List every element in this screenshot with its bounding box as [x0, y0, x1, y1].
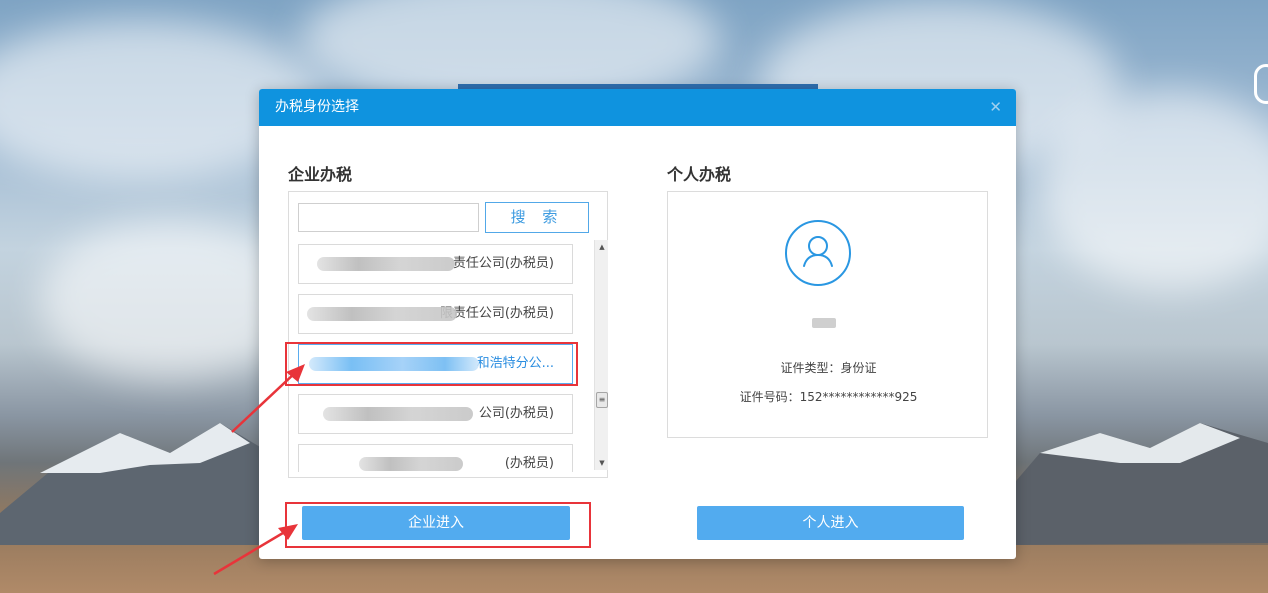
- dialog-header: 办税身份选择 ✕: [259, 89, 1016, 126]
- annotation-highlight-selected-company: [285, 342, 578, 386]
- search-button[interactable]: 搜 索: [485, 202, 589, 233]
- personal-section-title: 个人办税: [667, 165, 732, 184]
- id-type-label: 证件类型：身份证: [780, 361, 877, 375]
- personal-enter-button[interactable]: 个人进入: [697, 506, 964, 540]
- user-avatar-icon: [785, 220, 851, 286]
- list-item-label: (办税员): [504, 456, 554, 471]
- id-number-label: 证件号码：152************925: [739, 390, 918, 404]
- user-name-redacted: [812, 318, 836, 328]
- identity-selection-dialog: 办税身份选择 ✕ 企业办税 搜 索 责任公司(办税员) 限责任公司(办税员) 和…: [259, 89, 1016, 559]
- search-input[interactable]: [298, 203, 479, 232]
- personal-info-panel: 证件类型：身份证 证件号码：152************925: [667, 191, 988, 438]
- list-item-label: 责任公司(办税员): [452, 256, 554, 271]
- annotation-highlight-enter-button: [285, 502, 591, 548]
- list-item-label: 公司(办税员): [478, 406, 554, 421]
- list-item[interactable]: 限责任公司(办税员): [298, 294, 573, 334]
- dialog-title: 办税身份选择: [275, 99, 359, 115]
- list-item[interactable]: (办税员): [298, 444, 573, 472]
- enterprise-section-title: 企业办税: [288, 165, 353, 184]
- scroll-up-arrow-icon[interactable]: ▲: [595, 240, 609, 254]
- scroll-down-arrow-icon[interactable]: ▼: [595, 456, 609, 470]
- close-icon[interactable]: ✕: [989, 89, 1002, 126]
- list-item[interactable]: 公司(办税员): [298, 394, 573, 434]
- list-scrollbar[interactable]: ▲ ≡ ▼: [594, 240, 608, 470]
- enterprise-list-panel: 搜 索 责任公司(办税员) 限责任公司(办税员) 和浩特分公... 公司(办税员…: [288, 191, 608, 478]
- scroll-thumb[interactable]: ≡: [596, 392, 608, 408]
- list-item[interactable]: 责任公司(办税员): [298, 244, 573, 284]
